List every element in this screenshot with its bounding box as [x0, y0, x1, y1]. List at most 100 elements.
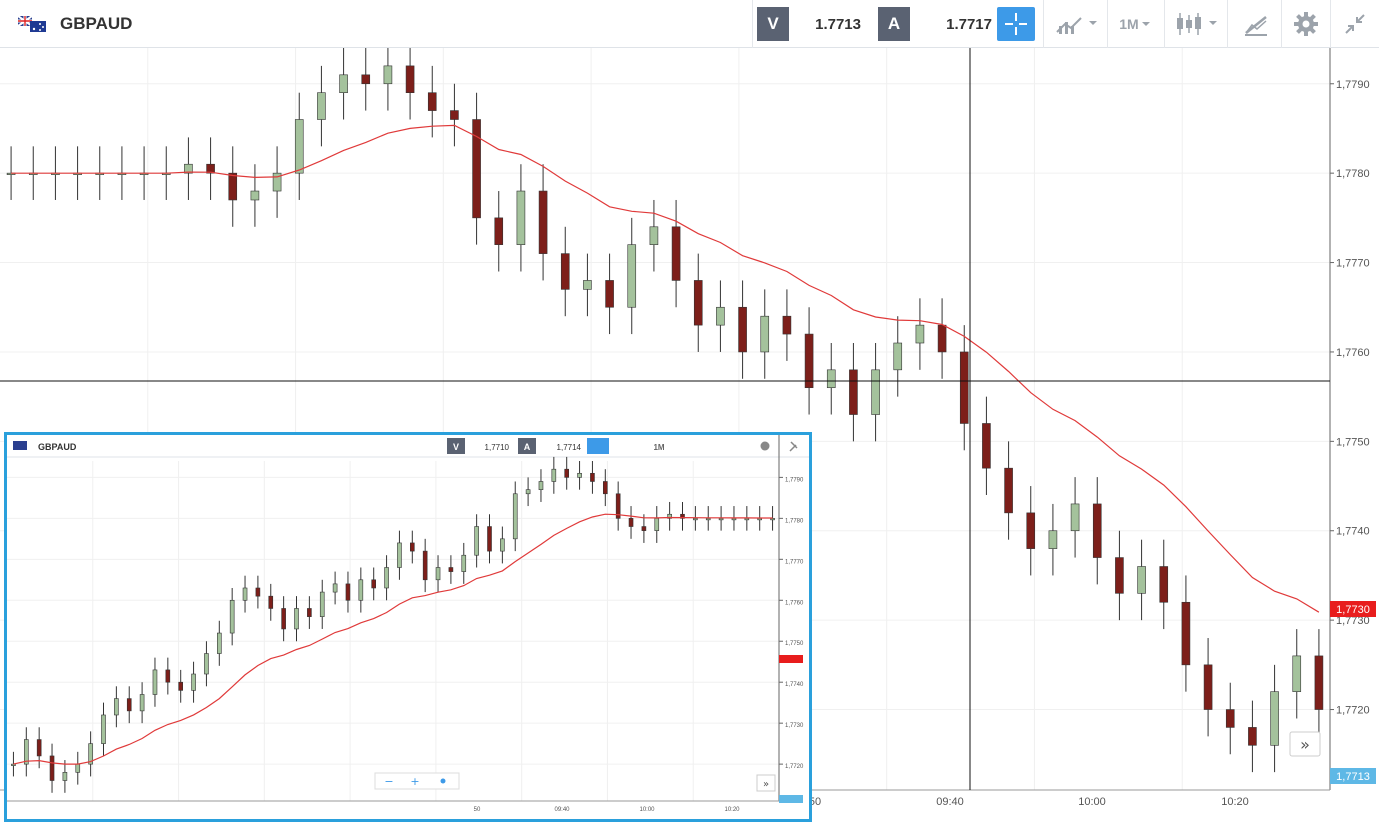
candle	[718, 518, 724, 521]
candle	[487, 526, 492, 552]
price-tick-label: 1,7720	[1336, 705, 1370, 717]
double-chevron-right-icon[interactable]: »	[763, 779, 769, 790]
candle	[731, 518, 737, 521]
candle	[422, 550, 428, 581]
time-tick-label: 09:40	[554, 807, 570, 813]
timeframe-dropdown[interactable]: 1M	[1113, 7, 1159, 41]
price-tick-label: 1,7760	[785, 600, 804, 606]
inset-crosshair-badge	[779, 795, 803, 803]
candle	[228, 172, 238, 201]
candle	[358, 579, 364, 601]
candle	[250, 190, 260, 201]
crosshair-icon	[1005, 13, 1027, 35]
shrink-button[interactable]	[1338, 7, 1372, 41]
chart-toolbar: GBPAUD V 1.7713 A 1.7717 1M	[0, 0, 1379, 48]
candle	[427, 92, 437, 111]
candle	[450, 110, 459, 120]
toolbar-divider	[1227, 0, 1228, 48]
toolbar-divider	[1164, 0, 1165, 48]
candle	[1181, 601, 1191, 666]
candle	[1314, 655, 1324, 710]
candle	[178, 681, 183, 691]
drawing-tool-button[interactable]	[1236, 7, 1276, 41]
candle	[217, 632, 222, 654]
candle	[671, 226, 681, 281]
inset-toolbar-bg	[7, 435, 809, 457]
time-tick-label: 09:40	[936, 796, 964, 808]
candle	[474, 526, 479, 556]
candle	[405, 65, 415, 93]
candle	[268, 595, 274, 609]
price-tick-label: 1,7740	[785, 682, 804, 688]
chart-type-button[interactable]	[1170, 7, 1222, 41]
candle	[255, 587, 261, 597]
candle	[538, 190, 548, 254]
candle	[307, 608, 312, 617]
double-chevron-right-icon[interactable]: »	[1300, 735, 1310, 754]
inset-timeframe-label[interactable]: 1M	[653, 443, 664, 452]
instrument-symbol: GBPAUD	[60, 14, 133, 33]
candle	[605, 280, 614, 308]
candle	[332, 583, 338, 593]
inset-buy-label[interactable]: A	[524, 442, 531, 452]
inset-crosshair-button[interactable]	[587, 438, 609, 454]
inset-symbol: GBPAUD	[38, 442, 77, 452]
inset-zoom-controls: − +	[374, 772, 460, 790]
candle	[461, 554, 467, 572]
price-tick-label: 1,7740	[1336, 526, 1370, 538]
time-tick-label: 50	[474, 807, 481, 813]
price-tick-label: 1,7760	[1336, 347, 1370, 359]
candle	[1248, 727, 1257, 746]
price-tick-label: 1,7770	[1336, 258, 1370, 270]
candle	[494, 217, 504, 245]
candle	[152, 669, 158, 695]
candle	[590, 472, 595, 482]
candle	[1004, 467, 1013, 514]
zoom-in-button[interactable]: +	[410, 775, 419, 788]
scroll-right-button[interactable]: »	[1289, 731, 1321, 757]
candle	[384, 567, 389, 589]
time-tick-label: 10:00	[639, 807, 655, 813]
candle	[191, 673, 196, 691]
gear-icon	[1294, 12, 1318, 36]
sell-label[interactable]: V	[757, 7, 789, 41]
candle	[397, 542, 402, 568]
candle	[744, 518, 750, 521]
time-tick-label: 10:20	[724, 807, 740, 813]
gear-icon[interactable]	[760, 441, 770, 451]
gb-au-flag-icon	[13, 441, 27, 450]
inset-buy-price[interactable]: 1,7714	[557, 443, 582, 452]
inset-sell-label[interactable]: V	[453, 442, 459, 452]
sell-price-group[interactable]: V 1.7713	[757, 5, 869, 43]
candle	[516, 190, 526, 245]
candle	[959, 351, 969, 424]
price-tick-label: 1,7750	[785, 641, 804, 647]
candle	[641, 526, 647, 531]
candle	[583, 280, 592, 290]
candle	[512, 493, 518, 540]
candle	[705, 518, 711, 521]
candle	[1026, 512, 1036, 549]
inset-price-chart[interactable]: GBPAUD V 1,7710 A 1,7714 1M 1,7790 1,7780 1,7770…	[7, 435, 809, 819]
buy-price-group[interactable]: A 1.7717	[878, 5, 1000, 43]
candle	[345, 583, 351, 601]
candle	[564, 468, 570, 478]
inset-sell-price[interactable]: 1,7710	[485, 443, 510, 452]
ma-value-label: 1,7730	[1336, 604, 1370, 616]
crosshair-button[interactable]	[997, 7, 1035, 41]
buy-label[interactable]: A	[878, 7, 910, 41]
zoom-out-button[interactable]: −	[384, 775, 393, 788]
candle	[242, 587, 248, 601]
settings-button[interactable]	[1288, 7, 1324, 41]
buy-price[interactable]: 1.7717	[910, 7, 1000, 41]
moving-average-line	[13, 513, 773, 765]
candle	[62, 772, 68, 781]
candle	[804, 333, 814, 389]
share-icon[interactable]	[440, 778, 446, 784]
candle	[982, 423, 991, 469]
candle	[1292, 655, 1302, 692]
inset-price-badge	[779, 655, 803, 663]
candle	[628, 518, 634, 527]
compare-button[interactable]	[1050, 7, 1102, 41]
sell-price[interactable]: 1.7713	[789, 7, 869, 41]
